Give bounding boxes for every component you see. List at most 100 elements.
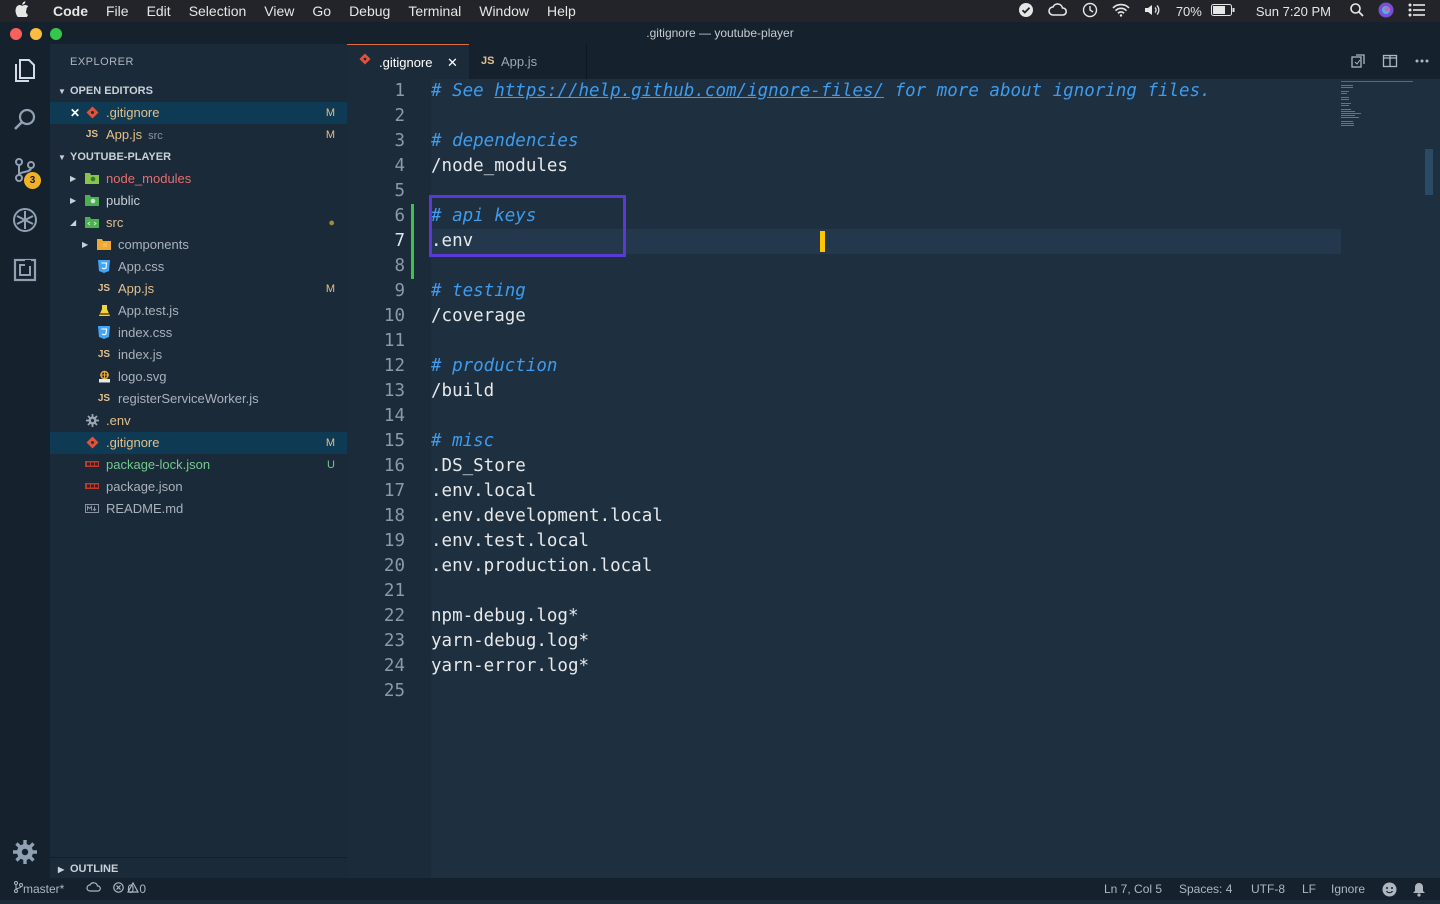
line-number: 20 bbox=[383, 556, 405, 576]
feedback-smiley-icon[interactable] bbox=[1382, 882, 1397, 904]
code-line[interactable]: 10/coverage bbox=[347, 304, 1347, 329]
code-line[interactable]: 19 .env.test.local bbox=[347, 529, 1347, 554]
time-machine-icon[interactable] bbox=[1075, 2, 1105, 21]
menu-edit[interactable]: Edit bbox=[138, 0, 180, 22]
project-section[interactable]: ▼ YOUTUBE-PLAYER bbox=[50, 146, 347, 168]
git-file-icon bbox=[85, 106, 99, 120]
siri-icon[interactable] bbox=[1371, 2, 1401, 21]
zoom-window-button[interactable] bbox=[50, 28, 62, 40]
split-editor-icon[interactable] bbox=[1381, 53, 1399, 71]
explorer-activity-icon[interactable] bbox=[0, 46, 50, 94]
menu-debug[interactable]: Debug bbox=[340, 0, 399, 22]
menu-file[interactable]: File bbox=[97, 0, 138, 22]
end-of-line[interactable]: LF bbox=[1302, 878, 1316, 900]
open-editor-appjs[interactable]: JS App.js src M bbox=[50, 124, 347, 146]
volume-icon[interactable] bbox=[1137, 3, 1169, 20]
code-line[interactable]: 18 .env.development.local bbox=[347, 504, 1347, 529]
battery-percent[interactable]: 70% bbox=[1169, 4, 1204, 19]
code-line[interactable]: 23 yarn-debug.log* bbox=[347, 629, 1347, 654]
encoding[interactable]: UTF-8 bbox=[1251, 878, 1285, 900]
code-line[interactable]: 21 bbox=[347, 579, 1347, 604]
tree-file-app-js[interactable]: JS App.js M bbox=[50, 278, 347, 300]
language-mode[interactable]: Ignore bbox=[1331, 878, 1365, 900]
line-number: 4 bbox=[394, 156, 405, 176]
problems-indicator[interactable]: 0 0 bbox=[113, 878, 146, 900]
tree-file-gitignore[interactable]: .gitignore M bbox=[50, 432, 347, 454]
tree-file-package-lock[interactable]: package-lock.json U bbox=[50, 454, 347, 476]
code-editor[interactable]: 1 # See https://help.github.com/ignore-fi… bbox=[347, 79, 1440, 878]
menu-view[interactable]: View bbox=[255, 0, 303, 22]
code-line[interactable]: 9 # testing bbox=[347, 279, 1347, 304]
apple-menu-icon[interactable] bbox=[0, 1, 44, 21]
code-line[interactable]: 8 bbox=[347, 254, 1347, 279]
menu-help[interactable]: Help bbox=[538, 0, 585, 22]
menu-selection[interactable]: Selection bbox=[180, 0, 256, 22]
tree-folder-node-modules[interactable]: ▶ node_modules bbox=[50, 168, 347, 190]
more-actions-icon[interactable] bbox=[1413, 53, 1431, 71]
menu-terminal[interactable]: Terminal bbox=[399, 0, 470, 22]
menu-app-name[interactable]: Code bbox=[44, 0, 97, 22]
open-editors-section[interactable]: ▼ OPEN EDITORS bbox=[50, 80, 347, 102]
modified-dot-icon: ● bbox=[328, 217, 335, 229]
open-changes-icon[interactable] bbox=[1349, 53, 1367, 71]
extensions-activity-icon[interactable] bbox=[0, 246, 50, 294]
notification-center-icon[interactable] bbox=[1401, 3, 1440, 20]
checkmark-status-icon[interactable] bbox=[1011, 2, 1041, 21]
clock[interactable]: Sun 7:20 PM bbox=[1242, 4, 1343, 19]
tree-file-readme[interactable]: README.md bbox=[50, 498, 347, 520]
tree-folder-public[interactable]: ▶ public bbox=[50, 190, 347, 212]
comment-link[interactable]: https://help.github.com/ignore-files/ bbox=[494, 81, 884, 101]
git-branch[interactable]: master* bbox=[14, 878, 64, 900]
code-line[interactable]: 24 yarn-error.log* bbox=[347, 654, 1347, 679]
open-editor-gitignore[interactable]: ✕ .gitignore M bbox=[50, 102, 347, 124]
outline-section[interactable]: ▶ OUTLINE bbox=[50, 857, 347, 879]
code-line[interactable]: 4/node_modules bbox=[347, 154, 1347, 179]
source-control-activity-icon[interactable] bbox=[0, 146, 50, 194]
sync-icon[interactable] bbox=[86, 878, 102, 900]
tree-file-index-css[interactable]: index.css bbox=[50, 322, 347, 344]
search-activity-icon[interactable] bbox=[0, 96, 50, 144]
notifications-bell-icon[interactable] bbox=[1412, 882, 1426, 904]
debug-activity-icon[interactable] bbox=[0, 196, 50, 244]
battery-icon[interactable] bbox=[1204, 3, 1242, 19]
settings-gear-icon[interactable] bbox=[0, 828, 50, 876]
code-line[interactable]: 22 npm-debug.log* bbox=[347, 604, 1347, 629]
code-line[interactable]: 11 bbox=[347, 329, 1347, 354]
code-line[interactable]: 3 # dependencies bbox=[347, 129, 1347, 154]
tree-file-logo-svg[interactable]: logo.svg bbox=[50, 366, 347, 388]
tab-appjs[interactable]: JS App.js bbox=[469, 44, 587, 79]
spotlight-search-icon[interactable] bbox=[1343, 2, 1371, 20]
code-line[interactable]: 25 bbox=[347, 679, 1347, 704]
close-icon[interactable]: ✕ bbox=[70, 102, 80, 124]
tree-file-package-json[interactable]: package.json bbox=[50, 476, 347, 498]
menu-go[interactable]: Go bbox=[303, 0, 340, 22]
tree-file-app-test-js[interactable]: App.test.js bbox=[50, 300, 347, 322]
close-window-button[interactable] bbox=[10, 28, 22, 40]
code-line[interactable]: 1 # See https://help.github.com/ignore-fi… bbox=[347, 79, 1347, 104]
code-line[interactable]: 12 # production bbox=[347, 354, 1347, 379]
code-line[interactable]: 17 .env.local bbox=[347, 479, 1347, 504]
tree-file-env[interactable]: .env bbox=[50, 410, 347, 432]
tree-folder-components[interactable]: ▶ components bbox=[50, 234, 347, 256]
code-line[interactable]: 15 # misc bbox=[347, 429, 1347, 454]
vertical-scrollbar[interactable] bbox=[1425, 149, 1433, 195]
code-line[interactable]: 16 .DS_Store bbox=[347, 454, 1347, 479]
minimize-window-button[interactable] bbox=[30, 28, 42, 40]
tree-file-index-js[interactable]: JS index.js bbox=[50, 344, 347, 366]
tree-file-app-css[interactable]: App.css bbox=[50, 256, 347, 278]
cursor-position[interactable]: Ln 7, Col 5 bbox=[1104, 878, 1162, 900]
code-line[interactable]: 14 bbox=[347, 404, 1347, 429]
close-tab-icon[interactable]: ✕ bbox=[447, 45, 458, 80]
code-line[interactable]: 2 bbox=[347, 104, 1347, 129]
tree-label: node_modules bbox=[106, 171, 192, 186]
code-line[interactable]: 20 .env.production.local bbox=[347, 554, 1347, 579]
minimap[interactable] bbox=[1341, 79, 1421, 139]
tree-folder-src[interactable]: ◢ src ● bbox=[50, 212, 347, 234]
menu-window[interactable]: Window bbox=[470, 0, 538, 22]
tree-file-register-service-worker[interactable]: JS registerServiceWorker.js bbox=[50, 388, 347, 410]
indentation[interactable]: Spaces: 4 bbox=[1179, 878, 1232, 900]
tab-gitignore[interactable]: .gitignore ✕ bbox=[347, 44, 469, 79]
code-line[interactable]: 13/build bbox=[347, 379, 1347, 404]
wifi-icon[interactable] bbox=[1105, 3, 1137, 20]
creative-cloud-icon[interactable] bbox=[1041, 2, 1075, 20]
